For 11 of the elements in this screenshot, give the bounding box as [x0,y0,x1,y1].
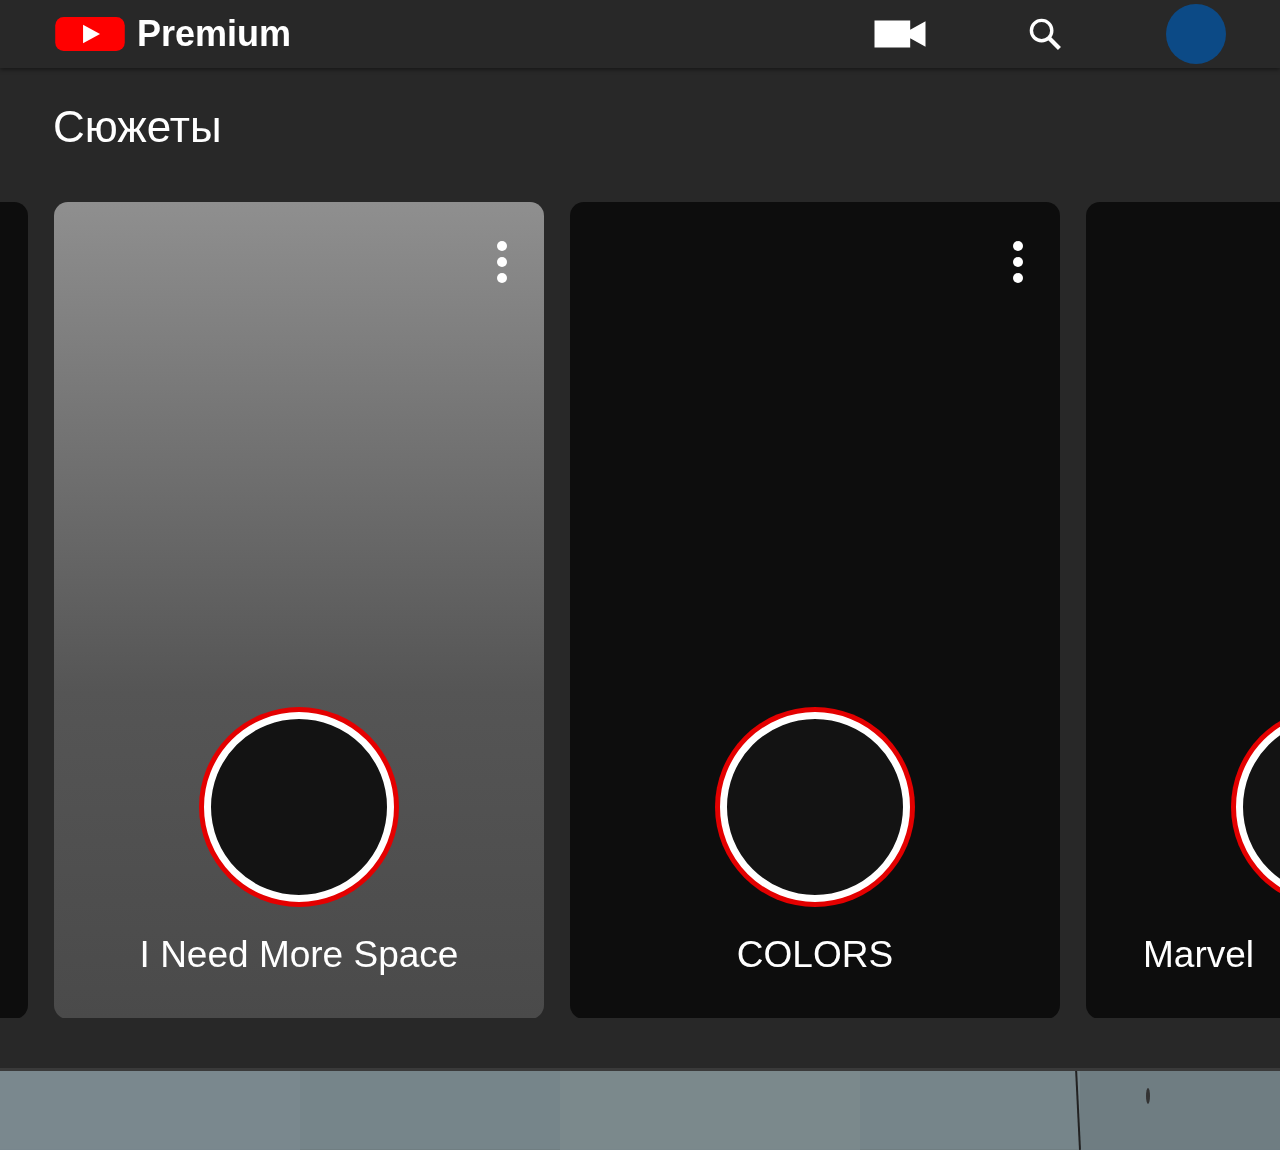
story-card[interactable]: I Need More Space [54,201,544,1019]
logo-icon [55,16,125,51]
more-icon[interactable] [1012,239,1024,284]
story-title: I Need More Space [139,933,459,976]
logo-text: Premium [137,12,292,55]
story-title: COLORS [736,933,894,976]
story-title: Marvel [1143,933,1255,976]
section-title: Сюжеты [53,100,223,153]
story-card[interactable]: Marvel [1086,201,1280,1019]
story-card[interactable]: COLORS [570,201,1060,1019]
search-icon[interactable] [1028,16,1062,51]
